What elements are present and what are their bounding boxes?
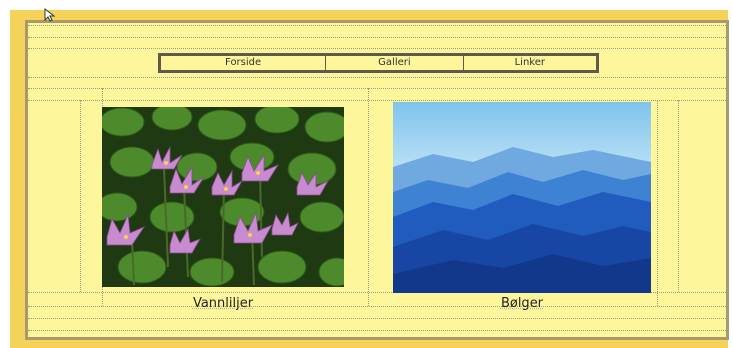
guide-line — [657, 100, 658, 306]
caption-vannliljer: Vannliljer — [192, 296, 254, 311]
guide-line — [80, 100, 81, 292]
nav-item-forside[interactable]: Forside — [161, 56, 327, 70]
guide-line — [28, 77, 726, 78]
water-lilies-image[interactable] — [102, 107, 344, 287]
guide-line — [28, 318, 726, 319]
guide-line — [678, 100, 679, 292]
guide-line — [28, 88, 726, 89]
mouse-pointer-icon — [44, 8, 56, 22]
blue-mountains-image[interactable] — [393, 102, 651, 293]
guide-line — [28, 25, 726, 26]
guide-line — [28, 330, 726, 331]
nav-menu: Forside Galleri Linker — [158, 53, 599, 73]
nav-item-linker[interactable]: Linker — [464, 56, 596, 70]
guide-line — [28, 100, 726, 101]
nav-item-galleri[interactable]: Galleri — [326, 56, 464, 70]
guide-line — [368, 88, 369, 306]
guide-line — [28, 37, 726, 38]
guide-line — [28, 48, 726, 49]
caption-bolger: Bølger — [500, 296, 544, 311]
